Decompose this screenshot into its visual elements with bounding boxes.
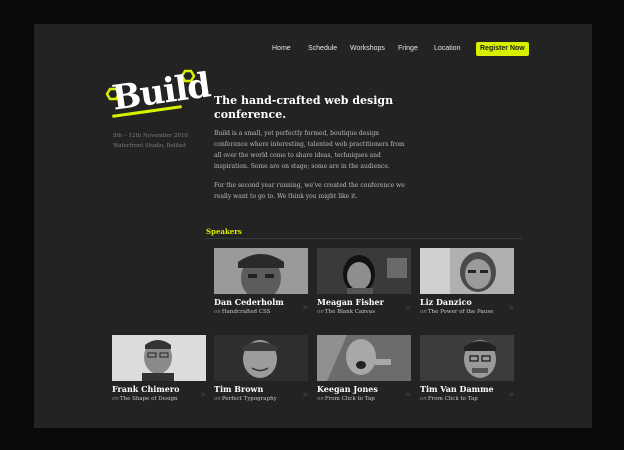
speaker-card[interactable]: Liz Danzico onThe Power of the Pause » bbox=[420, 248, 514, 320]
intro-paragraph-1: Build is a small, yet perfectly formed, … bbox=[214, 130, 405, 170]
speaker-photo bbox=[420, 335, 514, 381]
speaker-talk-title: From Click to Tap bbox=[427, 396, 478, 402]
build-logo[interactable]: Build bbox=[98, 64, 212, 124]
nav-home-link[interactable]: Home bbox=[272, 42, 291, 56]
speaker-talk: onThe Blank Canvas bbox=[317, 309, 375, 315]
speaker-card[interactable]: Frank Chimero onThe Shape of Design » bbox=[112, 335, 206, 407]
speakers-divider bbox=[206, 238, 522, 239]
chevron-right-icon: » bbox=[405, 303, 411, 313]
speaker-talk-title: From Click to Tap bbox=[324, 396, 375, 402]
speaker-talk: onHandcrafted CSS bbox=[214, 309, 270, 315]
intro-text: Build is a small, yet perfectly formed, … bbox=[214, 128, 410, 210]
speaker-talk: onThe Power of the Pause bbox=[420, 309, 493, 315]
speaker-photo bbox=[112, 335, 206, 381]
speaker-talk-title: Handcrafted CSS bbox=[221, 309, 271, 315]
nav-location-link[interactable]: Location bbox=[434, 42, 460, 56]
speaker-card[interactable]: Tim Brown onPerfect Typography » bbox=[214, 335, 308, 407]
event-venue: Waterfront Studio, Belfast bbox=[113, 143, 187, 149]
speaker-photo bbox=[214, 248, 308, 294]
speaker-name: Tim Van Damme bbox=[420, 384, 494, 394]
speaker-name: Meagan Fisher bbox=[317, 297, 384, 307]
speaker-talk: onPerfect Typography bbox=[214, 396, 277, 402]
speaker-talk: onThe Shape of Design bbox=[112, 396, 178, 402]
speaker-talk-title: The Blank Canvas bbox=[324, 309, 376, 315]
speakers-heading: Speakers bbox=[206, 227, 242, 236]
nav-fringe-link[interactable]: Fringe bbox=[398, 42, 418, 56]
chevron-right-icon: » bbox=[302, 390, 308, 400]
page-frame: Home Schedule Workshops Fringe Location … bbox=[34, 24, 592, 428]
event-dates: 8th – 12th November 2010 bbox=[113, 133, 188, 139]
speaker-photo bbox=[420, 248, 514, 294]
chevron-right-icon: » bbox=[508, 390, 514, 400]
speaker-card[interactable]: Meagan Fisher onThe Blank Canvas » bbox=[317, 248, 411, 320]
event-info: 8th – 12th November 2010 Waterfront Stud… bbox=[113, 131, 213, 151]
intro-paragraph-2: For the second year running, we've creat… bbox=[214, 182, 405, 200]
nav-schedule-link[interactable]: Schedule bbox=[308, 42, 337, 56]
main-nav: Home Schedule Workshops Fringe Location … bbox=[34, 42, 592, 56]
speaker-talk: onFrom Click to Tap bbox=[420, 396, 478, 402]
speaker-card[interactable]: Dan Cederholm onHandcrafted CSS » bbox=[214, 248, 308, 320]
chevron-right-icon: » bbox=[508, 303, 514, 313]
on-label: on bbox=[214, 396, 221, 402]
speaker-photo bbox=[317, 248, 411, 294]
speaker-card[interactable]: Tim Van Damme onFrom Click to Tap » bbox=[420, 335, 514, 407]
on-label: on bbox=[214, 309, 221, 315]
on-label: on bbox=[317, 309, 324, 315]
speaker-photo bbox=[317, 335, 411, 381]
on-label: on bbox=[317, 396, 324, 402]
nav-workshops-link[interactable]: Workshops bbox=[350, 42, 385, 56]
speaker-card[interactable]: Keegan Jones onFrom Click to Tap » bbox=[317, 335, 411, 407]
speaker-name: Keegan Jones bbox=[317, 384, 378, 394]
speaker-name: Dan Cederholm bbox=[214, 297, 284, 307]
on-label: on bbox=[420, 396, 427, 402]
speaker-talk-title: The Shape of Design bbox=[119, 396, 178, 402]
page-headline: The hand-crafted web design conference. bbox=[214, 94, 394, 121]
speaker-name: Liz Danzico bbox=[420, 297, 472, 307]
chevron-right-icon: » bbox=[302, 303, 308, 313]
speaker-talk-title: Perfect Typography bbox=[221, 396, 277, 402]
on-label: on bbox=[420, 309, 427, 315]
chevron-right-icon: » bbox=[405, 390, 411, 400]
speaker-name: Tim Brown bbox=[214, 384, 264, 394]
register-now-button[interactable]: Register Now bbox=[476, 42, 529, 56]
chevron-right-icon: » bbox=[200, 390, 206, 400]
speaker-photo bbox=[214, 335, 308, 381]
on-label: on bbox=[112, 396, 119, 402]
speaker-talk: onFrom Click to Tap bbox=[317, 396, 375, 402]
speaker-name: Frank Chimero bbox=[112, 384, 180, 394]
speaker-talk-title: The Power of the Pause bbox=[427, 309, 494, 315]
